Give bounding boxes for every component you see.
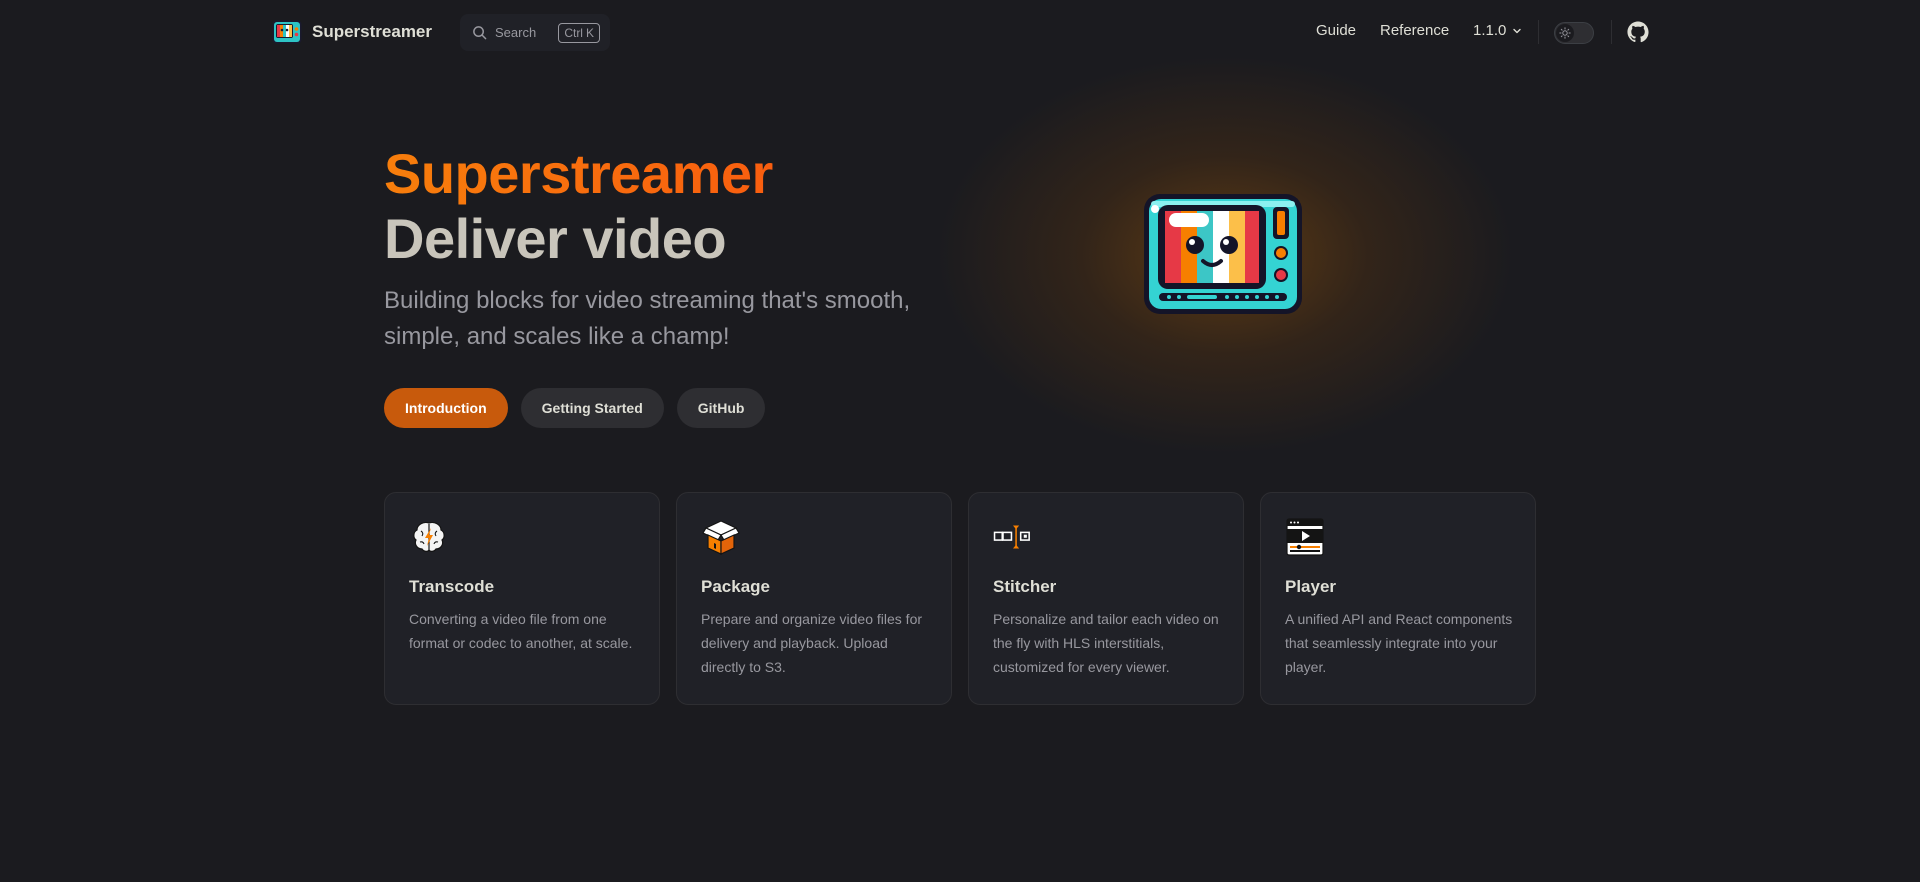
github-button[interactable]: GitHub: [676, 388, 766, 428]
shortcut-key: K: [585, 25, 594, 40]
feature-details: Converting a video file from one format …: [409, 611, 633, 651]
shortcut-modifier: Ctrl: [564, 25, 583, 40]
search-button[interactable]: Search Ctrl K: [460, 14, 610, 51]
nav-divider: [1611, 20, 1612, 44]
theme-toggle-knob: [1556, 24, 1574, 42]
introduction-button[interactable]: Introduction: [384, 388, 508, 428]
sun-icon: [1559, 27, 1571, 39]
feature-card-package[interactable]: Package Prepare and organize video files…: [676, 492, 952, 705]
brain-icon: [413, 521, 445, 552]
github-icon: [1627, 21, 1649, 43]
getting-started-button[interactable]: Getting Started: [520, 388, 664, 428]
theme-toggle-switch[interactable]: [1554, 22, 1594, 44]
brand-title: Superstreamer: [312, 22, 433, 41]
feature-card-transcode[interactable]: Transcode Converting a video file from o…: [384, 492, 660, 705]
feature-title: Package: [701, 577, 770, 596]
player-icon: [1286, 518, 1324, 556]
hero-tagline: Building blocks for video streaming that…: [384, 287, 911, 350]
hero-text: Deliver video: [384, 207, 727, 270]
feature-details: A unified API and React components that …: [1285, 611, 1513, 675]
hero-actions: Introduction Getting Started GitHub: [384, 388, 766, 428]
feature-title: Stitcher: [993, 577, 1057, 596]
search-label: Search: [495, 25, 537, 40]
nav-link-reference[interactable]: Reference: [1380, 22, 1449, 39]
tv-logo-icon: [272, 20, 302, 44]
feature-title: Player: [1285, 577, 1337, 596]
chevron-down-icon: [1513, 28, 1522, 33]
package-icon: [702, 520, 740, 555]
github-icon-link[interactable]: [1627, 21, 1649, 43]
stitcher-icon: [993, 525, 1030, 549]
hero-name: Superstreamer: [384, 142, 773, 205]
version-dropdown[interactable]: 1.1.0: [1473, 22, 1522, 39]
top-navbar: Superstreamer Search Ctrl K Guide Refere…: [0, 0, 1920, 64]
brand-home-link[interactable]: Superstreamer: [272, 17, 432, 47]
nav-link-guide[interactable]: Guide: [1316, 22, 1356, 39]
search-shortcut-badge: Ctrl K: [558, 22, 600, 43]
feature-card-stitcher[interactable]: Stitcher Personalize and tailor each vid…: [968, 492, 1244, 705]
feature-title: Transcode: [409, 577, 495, 596]
feature-details: Personalize and tailor each video on the…: [993, 611, 1219, 675]
feature-card-player[interactable]: Player A unified API and React component…: [1260, 492, 1536, 705]
version-label: 1.1.0: [1473, 22, 1507, 39]
nav-divider: [1538, 20, 1539, 44]
tv-mascot-image: [1144, 194, 1302, 314]
feature-details: Prepare and organize video files for del…: [701, 611, 923, 675]
search-icon: [473, 26, 487, 40]
